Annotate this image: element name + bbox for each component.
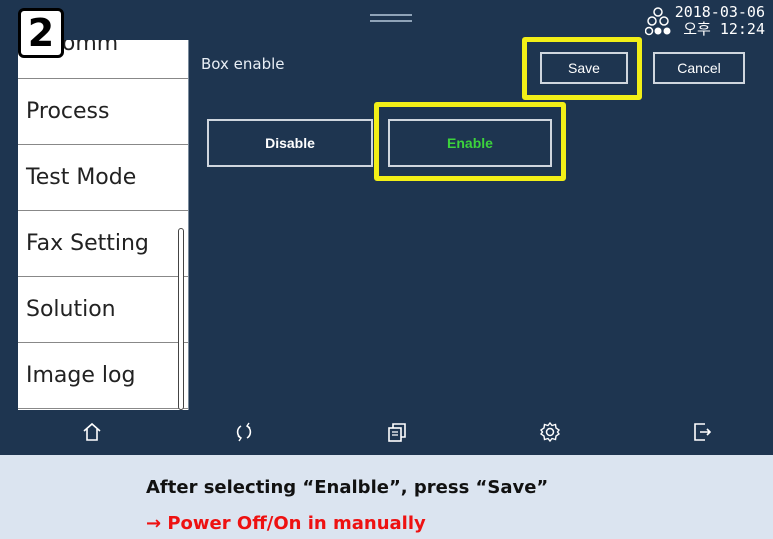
- sidebar-item-label: Solution: [26, 297, 116, 322]
- disable-button[interactable]: Disable: [207, 119, 373, 167]
- cancel-button[interactable]: Cancel: [653, 52, 745, 84]
- instruction-text: After selecting “Enalble”, press “Save”: [146, 477, 549, 498]
- pull-down-handle[interactable]: [370, 14, 412, 24]
- status-date: 2018-03-06: [674, 3, 765, 21]
- main-panel: Box enable Save Cancel Disable Enable: [188, 40, 773, 410]
- sidebar-item-image-log[interactable]: Image log: [18, 343, 188, 409]
- sidebar-item-label: Test Mode: [26, 165, 137, 190]
- sidebar-item-label: Fax Setting: [26, 231, 149, 256]
- sidebar-item-solution[interactable]: Solution: [18, 277, 188, 343]
- sidebar-item-label: Image log: [26, 363, 136, 388]
- save-highlight-box: [522, 37, 642, 100]
- settings-icon[interactable]: [538, 420, 562, 444]
- enable-highlight-box: [374, 102, 566, 181]
- sidebar-item-fax-setting[interactable]: Fax Setting: [18, 211, 188, 277]
- network-status-icon: [644, 7, 671, 36]
- instruction-note: → Power Off/On in manually: [146, 513, 426, 534]
- logout-icon[interactable]: [690, 420, 714, 444]
- home-icon[interactable]: [80, 420, 104, 444]
- sidebar-menu: e Comm Process Test Mode Fax Setting Sol…: [18, 40, 189, 410]
- sidebar-item-test-mode[interactable]: Test Mode: [18, 145, 188, 211]
- instruction-caption: After selecting “Enalble”, press “Save” …: [0, 455, 773, 539]
- status-time: 오후 12:24: [683, 20, 765, 38]
- sidebar-scrollbar[interactable]: [178, 228, 184, 410]
- device-screen: 2018-03-06 오후 12:24 e Comm Process Test …: [0, 0, 773, 455]
- bottom-nav-bar: [0, 410, 773, 455]
- top-bar: 2018-03-06 오후 12:24: [0, 0, 773, 40]
- step-number-badge: 2: [18, 8, 64, 58]
- status-area: 2018-03-06 오후 12:24: [644, 3, 765, 38]
- sidebar-item-process[interactable]: Process: [18, 79, 188, 145]
- sidebar-item-label: Process: [26, 99, 110, 124]
- job-status-icon[interactable]: [385, 420, 409, 444]
- page-title: Box enable: [201, 55, 285, 73]
- refresh-icon[interactable]: [232, 420, 256, 444]
